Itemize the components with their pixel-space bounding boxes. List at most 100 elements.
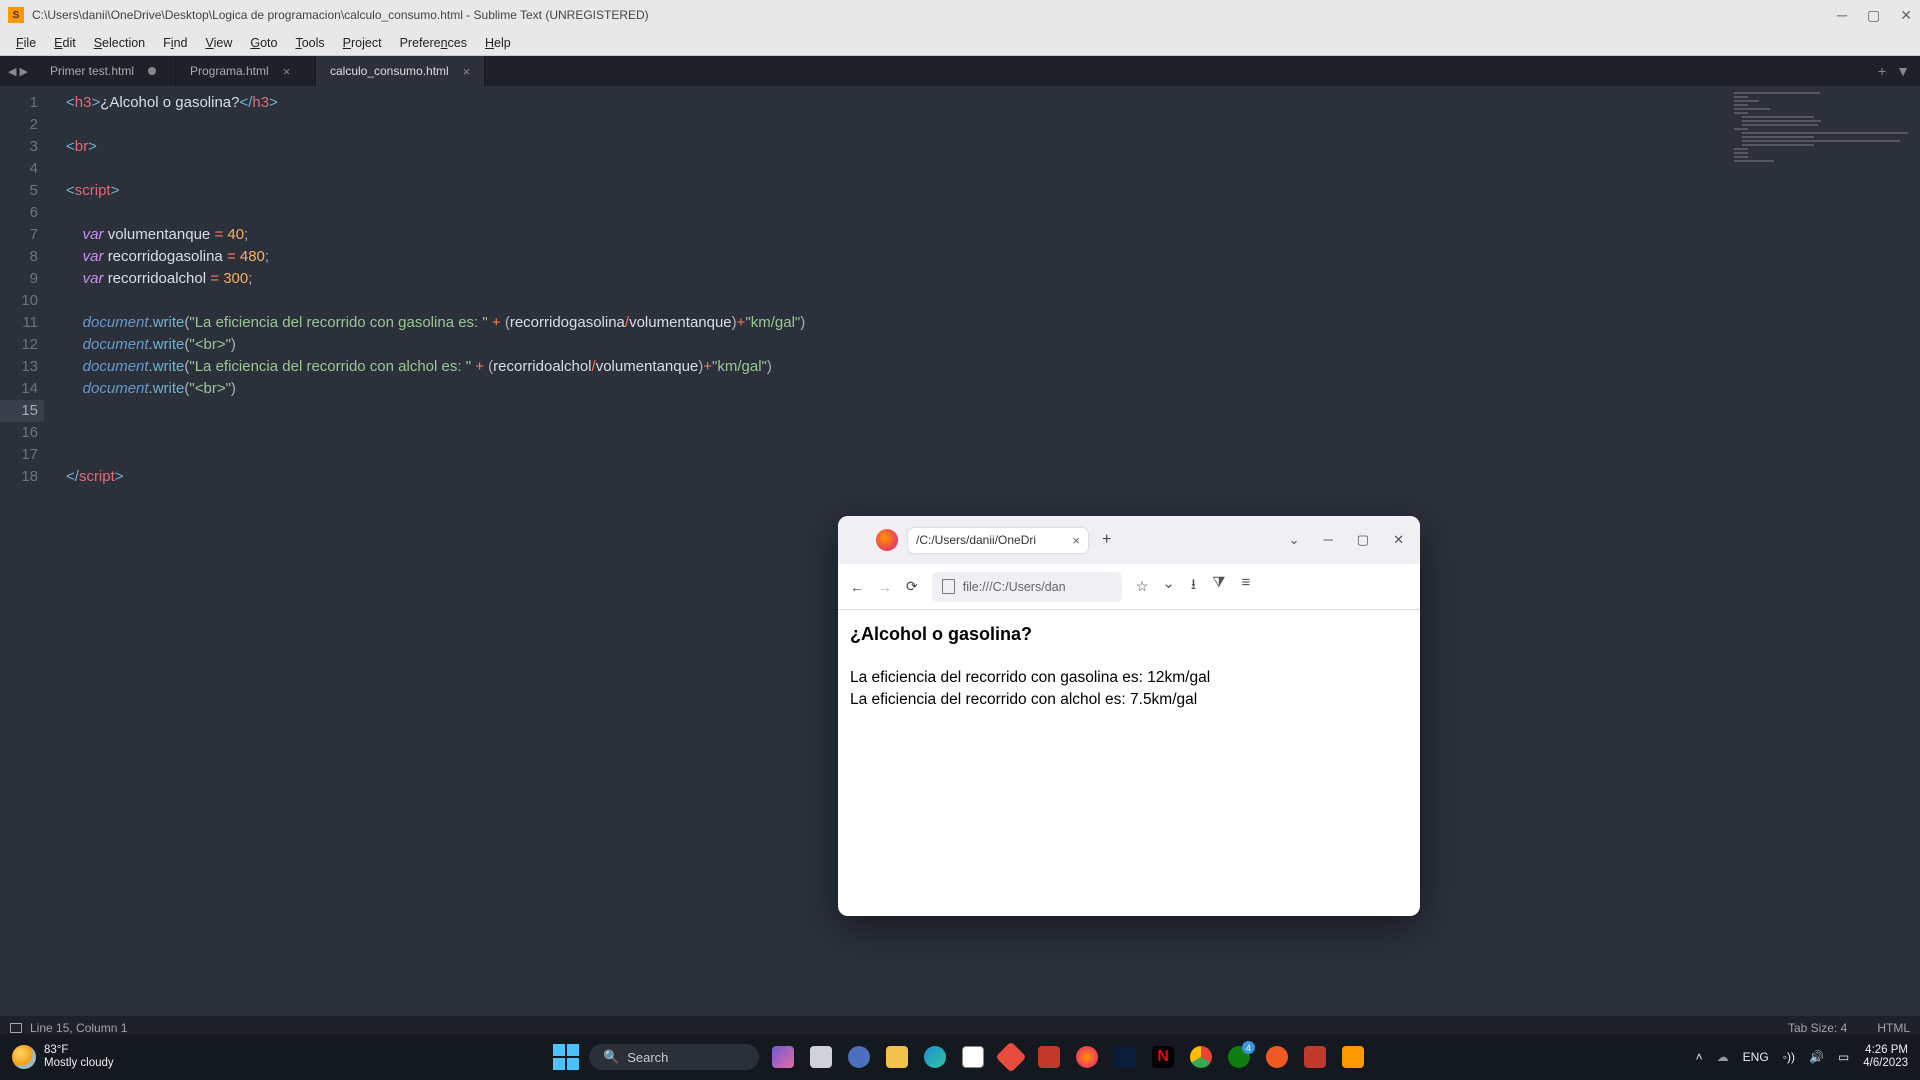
panel-toggle-icon[interactable] bbox=[10, 1023, 22, 1033]
firefox-icon bbox=[876, 529, 898, 551]
menu-find[interactable]: Find bbox=[155, 34, 195, 52]
tab-label: Programa.html bbox=[190, 64, 269, 78]
tab-primer-test[interactable]: Primer test.html bbox=[36, 56, 176, 86]
tab-calculo-consumo[interactable]: calculo_consumo.html × bbox=[316, 56, 485, 86]
firefox-taskbar-icon[interactable] bbox=[1073, 1043, 1101, 1071]
downloads-icon[interactable]: ⭳ bbox=[1191, 574, 1196, 599]
tab-programa[interactable]: Programa.html × bbox=[176, 56, 316, 86]
gutter: 1234 5678 9101112 13141516 1718 bbox=[0, 86, 60, 1022]
output-line-1: La eficiencia del recorrido con gasolina… bbox=[850, 667, 1408, 689]
sublime-icon: S bbox=[8, 7, 24, 23]
dirty-dot-icon bbox=[148, 67, 156, 75]
sublime-taskbar-icon[interactable] bbox=[1339, 1043, 1367, 1071]
tab-label: Primer test.html bbox=[50, 64, 134, 78]
menu-selection[interactable]: Selection bbox=[86, 34, 153, 52]
system-tray: ˄ ☁ ENG ◦)) 🔊 ▭ 4:26 PM 4/6/2023 bbox=[1696, 1044, 1908, 1070]
mcafee-icon[interactable] bbox=[1035, 1043, 1063, 1071]
hamburger-menu-icon[interactable]: ≡ bbox=[1242, 574, 1251, 599]
close-button[interactable]: ✕ bbox=[1900, 7, 1912, 24]
tab-size[interactable]: Tab Size: 4 bbox=[1788, 1021, 1847, 1035]
tab-dropdown-icon[interactable]: ▼ bbox=[1896, 63, 1910, 79]
weather-widget[interactable]: 83°F Mostly cloudy bbox=[12, 1044, 114, 1070]
xbox-icon[interactable]: 4 bbox=[1225, 1043, 1253, 1071]
explorer-icon[interactable] bbox=[883, 1043, 911, 1071]
edge-icon[interactable] bbox=[921, 1043, 949, 1071]
output-line-2: La eficiencia del recorrido con alchol e… bbox=[850, 689, 1408, 711]
volume-icon[interactable]: 🔊 bbox=[1809, 1050, 1824, 1064]
taskbar-search[interactable]: 🔍 Search bbox=[589, 1044, 759, 1070]
firefox-window: /C:/Users/danii/OneDri × + ⌄ ─ ▢ ✕ ← → ⟳… bbox=[838, 516, 1420, 916]
url-text: file:///C:/Users/dan bbox=[963, 580, 1066, 594]
menu-project[interactable]: Project bbox=[335, 34, 390, 52]
browser-tab-close-icon[interactable]: × bbox=[1072, 533, 1080, 548]
ea-icon[interactable] bbox=[1263, 1043, 1291, 1071]
menu-preferences[interactable]: Preferences bbox=[392, 34, 475, 52]
syntax-label[interactable]: HTML bbox=[1877, 1021, 1910, 1035]
windows-taskbar: 83°F Mostly cloudy 🔍 Search N 4 ˄ ☁ ENG … bbox=[0, 1034, 1920, 1080]
browser-minimize-button[interactable]: ─ bbox=[1324, 532, 1333, 548]
menu-edit[interactable]: Edit bbox=[46, 34, 84, 52]
clock-date: 4/6/2023 bbox=[1863, 1057, 1908, 1070]
forward-button[interactable]: → bbox=[878, 579, 892, 595]
tab-label: calculo_consumo.html bbox=[330, 64, 449, 78]
close-tab-icon[interactable]: × bbox=[463, 64, 471, 79]
search-icon: 🔍 bbox=[603, 1049, 619, 1065]
browser-titlebar[interactable]: /C:/Users/danii/OneDri × + ⌄ ─ ▢ ✕ bbox=[838, 516, 1420, 564]
search-placeholder: Search bbox=[627, 1050, 668, 1065]
menu-goto[interactable]: Goto bbox=[242, 34, 285, 52]
store-icon[interactable] bbox=[959, 1043, 987, 1071]
new-tab-button[interactable]: + bbox=[1878, 63, 1886, 79]
menu-file[interactable]: File bbox=[8, 34, 44, 52]
code-area[interactable]: <h3>¿Alcohol o gasolina?</h3> <br> <scri… bbox=[60, 86, 805, 1022]
pocket-icon[interactable]: ⌄ bbox=[1162, 574, 1175, 599]
tabbar: ◀ ▶ Primer test.html Programa.html × cal… bbox=[0, 56, 1920, 86]
browser-tabs-dropdown-icon[interactable]: ⌄ bbox=[1289, 532, 1300, 548]
tray-chevron-icon[interactable]: ˄ bbox=[1696, 1050, 1703, 1064]
netflix-icon[interactable]: N bbox=[1149, 1043, 1177, 1071]
xbox-badge: 4 bbox=[1242, 1041, 1255, 1054]
language-indicator[interactable]: ENG bbox=[1743, 1050, 1769, 1064]
titlebar: S C:\Users\danii\OneDrive\Desktop\Logica… bbox=[0, 0, 1920, 30]
app-red-icon[interactable] bbox=[997, 1043, 1025, 1071]
page-heading: ¿Alcohol o gasolina? bbox=[850, 624, 1408, 645]
url-bar[interactable]: file:///C:/Users/dan bbox=[932, 572, 1122, 602]
weather-temp: 83°F bbox=[44, 1044, 114, 1057]
browser-new-tab-button[interactable]: + bbox=[1102, 531, 1111, 549]
security-icon[interactable] bbox=[1301, 1043, 1329, 1071]
chat-icon[interactable] bbox=[845, 1043, 873, 1071]
weather-cond: Mostly cloudy bbox=[44, 1057, 114, 1070]
clock-time: 4:26 PM bbox=[1863, 1044, 1908, 1057]
bookmark-star-icon[interactable]: ☆ bbox=[1136, 578, 1149, 595]
minimize-button[interactable]: ─ bbox=[1837, 7, 1847, 24]
task-view-icon[interactable] bbox=[807, 1043, 835, 1071]
browser-toolbar: ← → ⟳ file:///C:/Users/dan ☆ ⌄ ⭳ ⧩ ≡ bbox=[838, 564, 1420, 610]
extensions-icon[interactable]: ⧩ bbox=[1212, 574, 1225, 599]
battery-icon[interactable]: ▭ bbox=[1838, 1050, 1849, 1064]
browser-content: ¿Alcohol o gasolina? La eficiencia del r… bbox=[838, 610, 1420, 725]
weather-icon bbox=[12, 1045, 36, 1069]
tab-nav[interactable]: ◀ ▶ bbox=[0, 56, 36, 86]
wifi-icon[interactable]: ◦)) bbox=[1783, 1050, 1795, 1064]
back-button[interactable]: ← bbox=[850, 579, 864, 595]
cursor-position: Line 15, Column 1 bbox=[30, 1021, 127, 1035]
browser-maximize-button[interactable]: ▢ bbox=[1357, 532, 1369, 548]
window-title: C:\Users\danii\OneDrive\Desktop\Logica d… bbox=[32, 8, 1837, 22]
copilot-icon[interactable] bbox=[769, 1043, 797, 1071]
menubar: File Edit Selection Find View Goto Tools… bbox=[0, 30, 1920, 56]
clock[interactable]: 4:26 PM 4/6/2023 bbox=[1863, 1044, 1908, 1070]
menu-tools[interactable]: Tools bbox=[287, 34, 332, 52]
disney-icon[interactable] bbox=[1111, 1043, 1139, 1071]
close-tab-icon[interactable]: × bbox=[283, 64, 291, 79]
menu-help[interactable]: Help bbox=[477, 34, 519, 52]
maximize-button[interactable]: ▢ bbox=[1867, 7, 1880, 24]
taskbar-center: 🔍 Search N 4 bbox=[553, 1043, 1367, 1071]
cloud-sync-icon[interactable]: ☁ bbox=[1717, 1050, 1729, 1064]
file-icon bbox=[942, 579, 955, 594]
browser-tab[interactable]: /C:/Users/danii/OneDri × bbox=[908, 528, 1088, 553]
browser-close-button[interactable]: ✕ bbox=[1393, 532, 1404, 548]
start-button[interactable] bbox=[553, 1044, 579, 1070]
chrome-icon[interactable] bbox=[1187, 1043, 1215, 1071]
browser-tab-title: /C:/Users/danii/OneDri bbox=[916, 533, 1036, 547]
reload-button[interactable]: ⟳ bbox=[906, 578, 918, 595]
menu-view[interactable]: View bbox=[197, 34, 240, 52]
